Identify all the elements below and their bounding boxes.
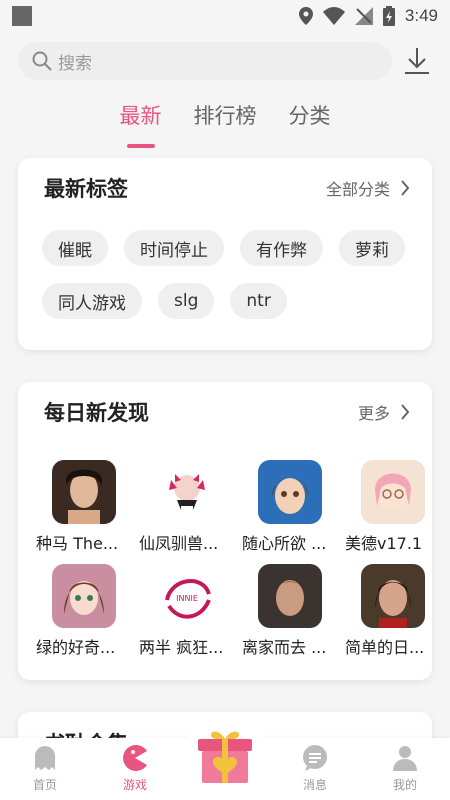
gift-button[interactable] [183,714,267,798]
nav-games[interactable]: 游戏 [90,738,180,800]
game-thumbnail [258,564,322,628]
game-name: 绿的好奇... [36,638,116,657]
game-thumbnail [155,460,219,524]
game-thumbnail [52,564,116,628]
search-icon [32,51,52,71]
search-input[interactable]: 搜索 [18,42,392,80]
game-name: 随心所欲 ... [242,534,327,553]
tag-chip[interactable]: 同人游戏 [42,283,142,319]
download-icon[interactable] [402,46,432,76]
game-item[interactable]: 种马 The... [36,460,132,554]
tag-chip[interactable]: 萝莉 [339,230,405,266]
game-name: 离家而去 ... [242,638,327,657]
battery-icon [382,6,395,26]
clock: 3:49 [404,6,438,25]
nav-label: 我的 [392,778,417,792]
nav-home[interactable]: 首页 [0,738,90,800]
status-bar: 3:49 [0,0,450,32]
card-title: 最新标签 [44,177,128,201]
tag-chip[interactable]: slg [158,283,215,319]
game-name: 简单的日... [345,638,425,657]
game-item[interactable]: 离家而去 ... [242,564,338,658]
game-name: 仙凤驯兽... [139,534,219,553]
game-item[interactable]: INNIE 两半 疯狂... [139,564,235,658]
game-thumbnail [258,460,322,524]
daily-discover-card: 每日新发现 更多 种马 The... 仙凤驯兽... 随心所欲 ... 美德v1… [18,382,432,680]
tag-chip[interactable]: 催眠 [42,230,108,266]
game-thumbnail: INNIE [155,564,219,628]
game-name: 两半 疯狂... [139,638,224,657]
signal-icon [354,7,373,25]
nav-label: 游戏 [122,778,147,792]
search-placeholder: 搜索 [58,53,92,74]
card-header: 每日新发现 更多 [18,382,432,442]
game-item[interactable]: 简单的日... [345,564,441,658]
game-thumbnail [52,460,116,524]
user-icon [393,746,417,771]
more-label: 更多 [357,404,390,423]
ghost-icon [35,746,55,770]
tag-chip[interactable]: 有作弊 [240,230,323,266]
tab-latest[interactable]: 最新 [120,98,162,138]
nav-label: 首页 [32,778,57,792]
pacman-icon [123,745,147,771]
svg-text:INNIE: INNIE [176,594,198,603]
game-item[interactable]: 美德v17.1 [345,460,441,554]
latest-tags-card: 最新标签 全部分类 催眠 时间停止 有作弊 萝莉 同人游戏 slg ntr [18,158,432,350]
tag-chip[interactable]: ntr [230,283,287,319]
chevron-right-icon [401,404,410,420]
nav-profile[interactable]: 我的 [360,738,450,800]
game-name: 种马 The... [36,534,119,553]
game-name: 美德v17.1 [345,534,423,553]
card-title: 每日新发现 [44,401,149,425]
wifi-icon [322,7,345,25]
more-link[interactable]: 更多 [358,400,410,424]
search-row: 搜索 [18,42,432,80]
game-item[interactable]: 仙凤驯兽... [139,460,235,554]
game-item[interactable]: 随心所欲 ... [242,460,338,554]
card-header: 最新标签 全部分类 [18,158,432,218]
tag-list: 催眠 时间停止 有作弊 萝莉 同人游戏 slg ntr [18,218,432,319]
all-categories-link[interactable]: 全部分类 [326,176,410,200]
game-thumbnail [361,460,425,524]
location-icon [298,7,313,25]
notification-icon [12,6,32,26]
status-icons: 3:49 [298,5,438,27]
nav-label: 消息 [302,778,327,792]
message-icon [303,745,327,771]
game-item[interactable]: 绿的好奇... [36,564,132,658]
game-grid: 种马 The... 仙凤驯兽... 随心所欲 ... 美德v17.1 绿的好奇.… [18,442,432,658]
chevron-right-icon [401,180,410,196]
gift-icon [198,731,252,783]
more-label: 全部分类 [325,180,390,199]
game-thumbnail [361,564,425,628]
tab-category[interactable]: 分类 [289,98,331,138]
tab-ranking[interactable]: 排行榜 [194,98,257,138]
nav-messages[interactable]: 消息 [270,738,360,800]
top-tabs: 最新 排行榜 分类 [0,98,450,138]
tag-chip[interactable]: 时间停止 [124,230,224,266]
